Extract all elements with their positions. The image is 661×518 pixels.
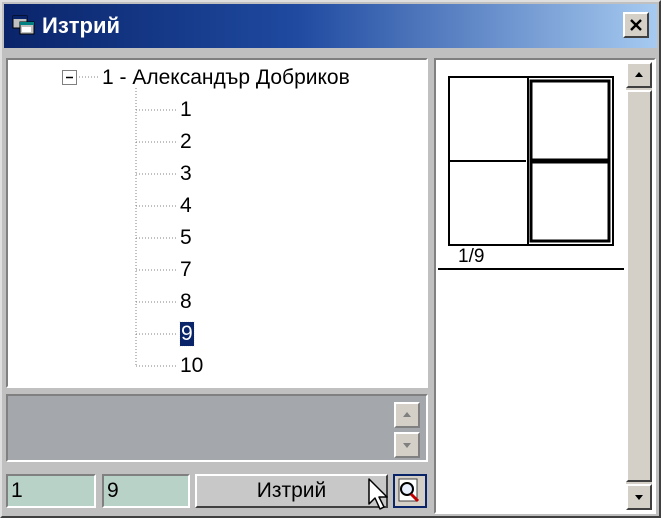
delete-dialog-window: Изтрий 1 - Александър Добриков 1 2 3 4 5… bbox=[0, 0, 661, 518]
scroll-up-button[interactable] bbox=[626, 62, 652, 88]
app-window-icon bbox=[12, 15, 35, 35]
tree-connector-lines bbox=[76, 76, 176, 367]
scroll-thumb[interactable] bbox=[626, 90, 652, 482]
memo-scroll-up-button[interactable] bbox=[394, 402, 420, 428]
preview-zoom-button[interactable] bbox=[393, 474, 427, 508]
arrow-down-icon bbox=[403, 443, 411, 448]
arrow-up-icon bbox=[403, 412, 411, 417]
memo-field[interactable] bbox=[6, 394, 428, 462]
close-button[interactable] bbox=[623, 12, 649, 38]
tree-node[interactable]: 2 bbox=[180, 130, 192, 154]
tree-collapse-toggle[interactable] bbox=[62, 70, 77, 85]
magnifier-icon bbox=[398, 478, 420, 503]
memo-scroll-down-button[interactable] bbox=[394, 432, 420, 458]
close-icon bbox=[630, 19, 642, 31]
minus-icon bbox=[66, 76, 73, 79]
to-field[interactable]: 9 bbox=[102, 474, 190, 508]
page-thumbnail[interactable] bbox=[448, 76, 614, 246]
from-field[interactable]: 1 bbox=[6, 474, 96, 508]
arrow-down-icon bbox=[635, 495, 643, 500]
preview-pane[interactable]: 1/9 bbox=[434, 58, 656, 514]
tree-node[interactable]: 8 bbox=[180, 290, 192, 314]
preview-vertical-scrollbar[interactable] bbox=[626, 62, 652, 510]
delete-button[interactable]: Изтрий bbox=[195, 474, 388, 508]
mouse-pointer-icon bbox=[368, 478, 388, 510]
tree-node[interactable]: 10 bbox=[180, 354, 203, 378]
page-counter: 1/9 bbox=[458, 246, 485, 267]
window-title: Изтрий bbox=[42, 13, 121, 38]
tree-node[interactable]: 1 bbox=[180, 98, 192, 122]
tree-node[interactable]: 3 bbox=[180, 162, 192, 186]
tree-node-selected[interactable]: 9 bbox=[179, 321, 195, 347]
title-bar[interactable]: Изтрий bbox=[4, 4, 657, 48]
tree-node[interactable]: 4 bbox=[180, 194, 192, 218]
tree-root-node[interactable]: 1 - Александър Добриков bbox=[102, 66, 350, 90]
tree-view[interactable]: 1 - Александър Добриков 1 2 3 4 5 7 8 9 … bbox=[6, 58, 428, 388]
scroll-down-button[interactable] bbox=[626, 484, 652, 510]
arrow-up-icon bbox=[635, 72, 643, 77]
preview-divider bbox=[438, 268, 624, 270]
page-layout-grid bbox=[450, 78, 611, 244]
tree-node[interactable]: 7 bbox=[180, 258, 192, 282]
tree-node[interactable]: 5 bbox=[180, 226, 192, 250]
